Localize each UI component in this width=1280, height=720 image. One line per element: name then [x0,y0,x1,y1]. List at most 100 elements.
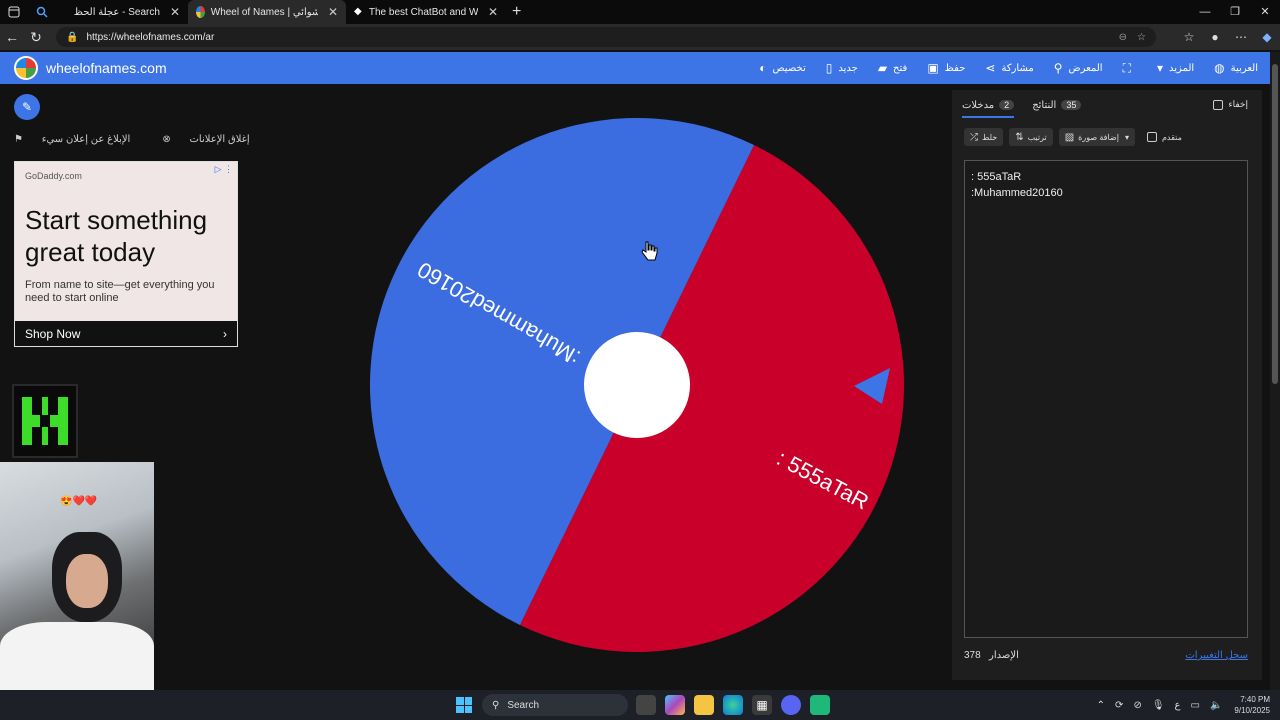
task-view-icon[interactable] [636,695,656,715]
more-menu-icon[interactable]: ⋯ [1228,30,1254,44]
close-window-icon[interactable]: ✕ [1250,0,1280,24]
minimize-icon[interactable]: — [1190,0,1220,24]
share-icon: ⋖ [985,61,996,75]
reader-icon[interactable]: ⊖ [1119,32,1127,43]
shuffle-label: خلط [982,132,998,142]
edge-icon[interactable] [723,695,743,715]
nav-more[interactable]: ▾ المزيد [1157,61,1194,75]
favorite-star-icon[interactable]: ☆ [1137,32,1146,43]
ad-cta-button[interactable]: Shop Now › [15,321,237,346]
page-scrollbar[interactable] [1270,52,1280,690]
shuffle-button[interactable]: ⤮ خلط [964,128,1004,146]
copilot-app-icon[interactable] [665,695,685,715]
panel-footer: 378 الإصدار سجل التغييرات [964,650,1248,661]
url-text: https://wheelofnames.com/ar [86,31,215,43]
version-label: الإصدار [989,650,1019,661]
tab-wheel-of-names[interactable]: Wheel of Names | الاسم العشوائي ✕ [188,0,346,24]
nav-save[interactable]: ▣ حفظ [927,61,965,75]
nav-label: جديد [838,62,858,74]
webcam-face [66,554,108,608]
report-ad-link[interactable]: ⚑ الإبلاغ عن إعلان سيء [14,134,146,145]
tab-entries[interactable]: مدخلات 2 [962,99,1015,118]
app-green-icon[interactable] [810,695,830,715]
save-icon: ▣ [927,61,939,75]
scrollbar-thumb[interactable] [1272,64,1278,384]
nav-new[interactable]: ▯ جديد [826,61,858,75]
display-icon[interactable]: ▭ [1191,700,1200,711]
store-icon[interactable]: ▦ [752,695,772,715]
copilot-icon[interactable]: ◆ [1254,30,1280,44]
sort-button[interactable]: ⇅ ترتيب [1009,128,1053,146]
new-tab-icon[interactable]: + [512,3,521,21]
back-icon[interactable]: ← [0,29,24,45]
changelog-link[interactable]: سجل التغييرات [1185,650,1248,661]
advertisement[interactable]: GoDaddy.com ▷ ⋮ Start something great to… [14,161,238,347]
taskbar-search-label: Search [507,699,540,711]
maximize-icon[interactable]: ❐ [1220,0,1250,24]
volume-icon[interactable]: 🔈 [1210,700,1222,711]
close-icon[interactable]: ✕ [488,5,498,19]
windows-start-icon[interactable] [456,697,472,713]
clock[interactable]: 7:40 PM 9/10/2025 [1234,694,1270,716]
chevron-up-icon[interactable]: ⌃ [1097,700,1105,711]
add-image-button[interactable]: ▨ إضافة صورة ▾ [1058,128,1135,146]
address-bar: ← ↻ 🔒 https://wheelofnames.com/ar ⊖ ☆ ☆ … [0,24,1280,50]
add-image-label: إضافة صورة [1078,132,1119,142]
advanced-checkbox[interactable] [1146,132,1157,142]
tab-search[interactable]: عجلة الحظ - Search ✕ [28,0,188,24]
pencil-icon: ✎ [21,100,33,114]
close-icon[interactable]: ✕ [170,5,180,19]
brand-name[interactable]: wheelofnames.com [46,60,167,76]
profile-avatar[interactable]: ● [1202,30,1228,44]
ad-cta-label: Shop Now [25,326,81,341]
ad-subtext: From name to site—get everything you nee… [25,279,215,304]
entries-textarea[interactable]: : 555aTaR :Muhammed20160 [964,160,1248,638]
tab-results[interactable]: النتائج 35 [1032,100,1082,111]
favorites-icon[interactable]: ☆ [1176,30,1202,44]
tab-entries-label: مدخلات [962,99,995,111]
entry-line: : 555aTaR [971,171,1022,183]
refresh-icon[interactable]: ↻ [24,29,48,46]
new-file-icon: ▯ [825,61,833,75]
tab-actions-icon[interactable] [0,0,28,24]
file-explorer-icon[interactable] [694,695,714,715]
advanced-toggle[interactable]: متقدم [1146,132,1182,142]
taskbar-search[interactable]: ⚲ Search [482,694,628,716]
ad-domain: GoDaddy.com [25,171,82,181]
close-icon[interactable]: ✕ [328,5,338,19]
nav-open[interactable]: ▰ فتح [878,61,908,75]
adchoices-icon[interactable]: ▷ ⋮ [215,164,233,175]
edit-pencil-button[interactable]: ✎ [14,94,40,120]
caret-down-icon: ▾ [1156,61,1164,75]
nav-customize[interactable]: ◐ تخصيص [759,61,805,75]
network-off-icon[interactable]: ⊘ [1133,700,1141,711]
caret-down-icon: ▾ [1124,132,1129,142]
wheel-center-button[interactable] [584,332,690,438]
hide-toggle[interactable]: إخفاء [1213,99,1248,110]
spin-wheel[interactable]: :Muhammed20160 : 555aTaR [370,118,904,652]
close-ads-link[interactable]: ⊗ إغلاق الإعلانات [162,134,265,145]
main-content: ✎ ⚑ الإبلاغ عن إعلان سيء ⊗ إغلاق الإعلان… [0,84,1270,690]
microphone-icon[interactable]: 🎙 [1152,700,1165,711]
search-icon [36,6,48,18]
discord-icon[interactable] [781,695,801,715]
language-indicator[interactable]: ع [1175,700,1181,711]
fullscreen-icon: ⛶ [1122,60,1131,75]
close-circle-icon: ⊗ [162,134,174,145]
flag-icon: ⚑ [14,134,26,145]
header-nav: ◐ تخصيص ▯ جديد ▰ فتح ▣ حفظ ⋖ مشاركة ⚲ المعرض ⛶… [739,61,1258,76]
hide-checkbox[interactable] [1213,99,1224,110]
image-icon: ▨ [1064,131,1075,143]
clock-time: 7:40 PM [1240,695,1270,704]
nav-gallery[interactable]: ⚲ المعرض [1054,61,1103,75]
clock-date: 9/10/2025 [1234,706,1270,715]
wheel-logo-icon[interactable] [14,56,38,80]
sort-icon: ⇅ [1015,131,1024,143]
nav-fullscreen[interactable]: ⛶ [1123,61,1137,76]
sync-icon[interactable]: ⟳ [1115,700,1123,711]
nav-share[interactable]: ⋖ مشاركة [985,61,1033,75]
nav-language[interactable]: ◍ العربية [1214,61,1258,75]
url-field[interactable]: 🔒 https://wheelofnames.com/ar ⊖ ☆ [56,27,1156,47]
browser-toolbar: ☆ ● ⋯ ◆ [1176,30,1280,44]
tab-chatbot[interactable]: ◆ The best ChatBot and Widgets fo ✕ [346,0,506,24]
